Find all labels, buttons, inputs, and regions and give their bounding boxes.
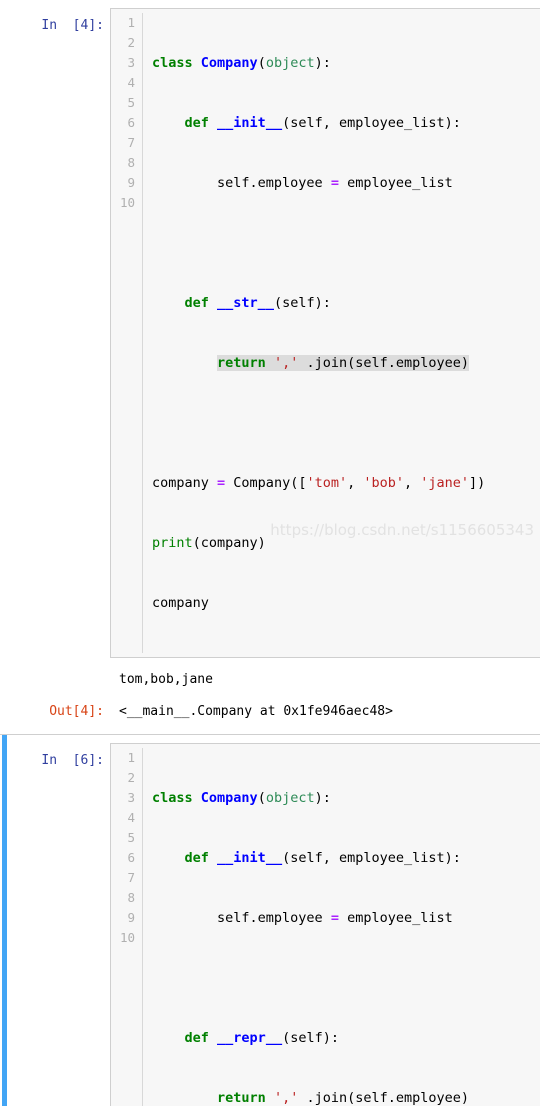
cell-stream-output-row: tom,bob,jane: [0, 670, 540, 690]
code-line: class Company(object):: [152, 790, 331, 806]
cell-input-row: In [6]: 1 2 3 4 5 6 7 8 9 10 class Compa…: [0, 743, 540, 1106]
line-number: 3: [127, 55, 135, 70]
code-line: def __repr__(self):: [184, 1030, 339, 1046]
line-number: 1: [127, 15, 135, 30]
code-line: def __init__(self, employee_list):: [184, 850, 461, 866]
code-line: class Company(object):: [152, 55, 331, 71]
code-text[interactable]: class Company(object): def __init__(self…: [143, 13, 540, 653]
cell-bottom-spacer: [0, 722, 540, 734]
line-number: 4: [127, 810, 135, 825]
line-number: 7: [127, 870, 135, 885]
line-number: 7: [127, 135, 135, 150]
code-editor[interactable]: 1 2 3 4 5 6 7 8 9 10 class Company(objec…: [110, 743, 540, 1106]
line-number: 6: [127, 115, 135, 130]
output-prompt[interactable]: Out[4]:: [0, 702, 110, 722]
code-line: print(company): [152, 535, 266, 551]
code-text[interactable]: class Company(object): def __init__(self…: [143, 748, 540, 1106]
line-number: 1: [127, 750, 135, 765]
input-prompt[interactable]: In [6]:: [0, 743, 110, 771]
cell-result-output-row: Out[4]: <__main__.Company at 0x1fe946aec…: [0, 702, 540, 722]
line-number: 9: [127, 175, 135, 190]
code-line: company = Company(['tom', 'bob', 'jane']…: [152, 475, 486, 491]
line-number: 5: [127, 95, 135, 110]
line-number-gutter: 1 2 3 4 5 6 7 8 9 10: [111, 13, 143, 653]
line-number: 8: [127, 155, 135, 170]
cell-top-spacer: [0, 0, 540, 8]
stream-output-text: tom,bob,jane: [119, 672, 213, 687]
notebook-cell-2[interactable]: In [6]: 1 2 3 4 5 6 7 8 9 10 class Compa…: [0, 734, 540, 1106]
line-number: 6: [127, 850, 135, 865]
line-number: 10: [119, 195, 135, 210]
cell-selection-indicator: [2, 735, 7, 1106]
result-output-text: <__main__.Company at 0x1fe946aec48>: [119, 704, 393, 719]
input-prompt[interactable]: In [4]:: [0, 8, 110, 36]
line-number: 3: [127, 790, 135, 805]
line-number: 4: [127, 75, 135, 90]
output-gap: [0, 658, 540, 670]
jupyter-notebook: In [4]: 1 2 3 4 5 6 7 8 9 10 class Compa…: [0, 0, 540, 1106]
code-editor[interactable]: 1 2 3 4 5 6 7 8 9 10 class Company(objec…: [110, 8, 540, 658]
line-number: 5: [127, 830, 135, 845]
cell-top-spacer: [0, 735, 540, 743]
line-number: 8: [127, 890, 135, 905]
code-line: return ',' .join(self.employee): [217, 1090, 470, 1106]
code-line: def __init__(self, employee_list):: [184, 115, 461, 131]
code-line: def __str__(self):: [184, 295, 331, 311]
code-line: company: [152, 595, 209, 611]
line-number: 2: [127, 770, 135, 785]
code-line-highlighted: return ',' .join(self.employee): [217, 355, 470, 371]
line-number: 9: [127, 910, 135, 925]
code-line: self.employee = employee_list: [152, 910, 453, 926]
line-number: 2: [127, 35, 135, 50]
line-number-gutter: 1 2 3 4 5 6 7 8 9 10: [111, 748, 143, 1106]
cell-input-row: In [4]: 1 2 3 4 5 6 7 8 9 10 class Compa…: [0, 8, 540, 658]
line-number: 10: [119, 930, 135, 945]
result-gap: [0, 690, 540, 702]
notebook-cell-1[interactable]: In [4]: 1 2 3 4 5 6 7 8 9 10 class Compa…: [0, 0, 540, 734]
code-line: self.employee = employee_list: [152, 175, 453, 191]
